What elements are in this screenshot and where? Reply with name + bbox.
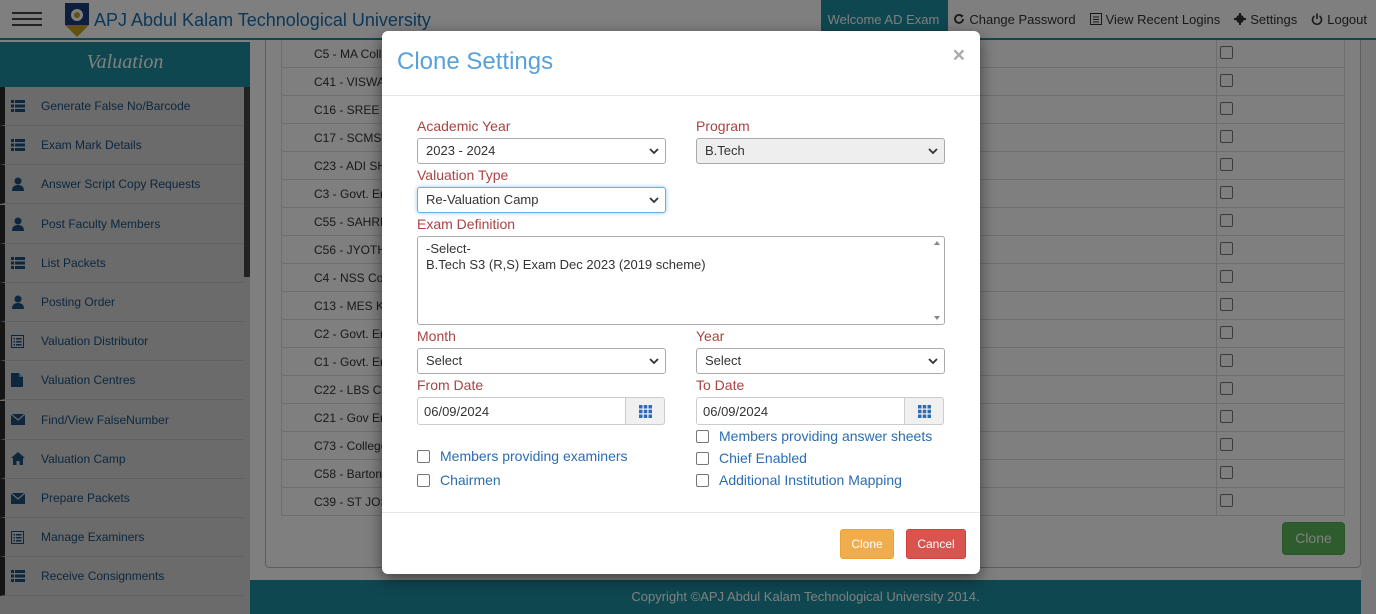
chevron-down-icon (649, 358, 659, 365)
valuation-type-select[interactable]: Re-Valuation Camp (417, 187, 666, 213)
members-examiners-label: Members providing examiners (440, 448, 628, 464)
exam-definition-listbox[interactable]: -Select- B.Tech S3 (R,S) Exam Dec 2023 (… (417, 236, 945, 325)
academic-year-label: Academic Year (417, 118, 511, 134)
academic-year-value: 2023 - 2024 (426, 143, 496, 158)
year-select[interactable]: Select (696, 348, 945, 374)
to-date-input[interactable]: 06/09/2024 (696, 397, 905, 425)
program-select[interactable]: B.Tech (696, 138, 945, 164)
chevron-down-icon (649, 148, 659, 155)
chief-enabled-label: Chief Enabled (719, 450, 807, 466)
modal-footer: Clone Cancel (382, 512, 980, 574)
clone-settings-modal: Clone Settings × Academic Year 2023 - 20… (382, 31, 980, 574)
modal-title: Clone Settings (397, 48, 554, 75)
close-icon[interactable]: × (953, 44, 965, 68)
valuation-type-label: Valuation Type (417, 167, 509, 183)
chief-enabled-checkbox[interactable]: Chief Enabled (696, 450, 807, 466)
members-answer-sheets-label: Members providing answer sheets (719, 428, 933, 444)
month-value: Select (426, 353, 463, 368)
to-date-label: To Date (696, 377, 745, 393)
month-select[interactable]: Select (417, 348, 666, 374)
chevron-down-icon (649, 197, 659, 204)
calendar-icon (638, 404, 652, 418)
checkbox-box[interactable] (417, 449, 430, 463)
checkbox-box[interactable] (696, 451, 709, 465)
year-value: Select (705, 353, 742, 368)
academic-year-select[interactable]: 2023 - 2024 (417, 138, 666, 164)
month-label: Month (417, 328, 456, 344)
valuation-type-value: Re-Valuation Camp (426, 192, 539, 207)
year-label: Year (696, 328, 725, 344)
checkbox-box[interactable] (417, 473, 430, 487)
chairmen-label: Chairmen (440, 472, 501, 488)
additional-mapping-checkbox[interactable]: Additional Institution Mapping (696, 472, 902, 488)
cancel-button[interactable]: Cancel (906, 529, 966, 559)
members-examiners-checkbox[interactable]: Members providing examiners (417, 448, 628, 464)
exam-definition-option[interactable]: -Select- (426, 241, 936, 257)
checkbox-box[interactable] (696, 473, 709, 487)
calendar-icon (917, 404, 931, 418)
chevron-down-icon (928, 358, 938, 365)
listbox-scrollbar[interactable] (930, 237, 944, 324)
modal-header: Clone Settings × (382, 31, 980, 96)
to-date-calendar-button[interactable] (904, 397, 944, 425)
from-date-calendar-button[interactable] (625, 397, 665, 425)
members-answer-sheets-checkbox[interactable]: Members providing answer sheets (696, 428, 932, 444)
exam-definition-label: Exam Definition (417, 216, 516, 232)
chairmen-checkbox[interactable]: Chairmen (417, 472, 501, 488)
program-label: Program (696, 118, 750, 134)
program-value: B.Tech (705, 143, 745, 158)
chevron-down-icon (928, 148, 938, 155)
from-date-label: From Date (417, 377, 484, 393)
checkbox-box[interactable] (696, 429, 709, 443)
clone-button[interactable]: Clone (840, 529, 894, 559)
from-date-input[interactable]: 06/09/2024 (417, 397, 626, 425)
additional-mapping-label: Additional Institution Mapping (719, 472, 902, 488)
exam-definition-option[interactable]: B.Tech S3 (R,S) Exam Dec 2023 (2019 sche… (426, 257, 936, 273)
